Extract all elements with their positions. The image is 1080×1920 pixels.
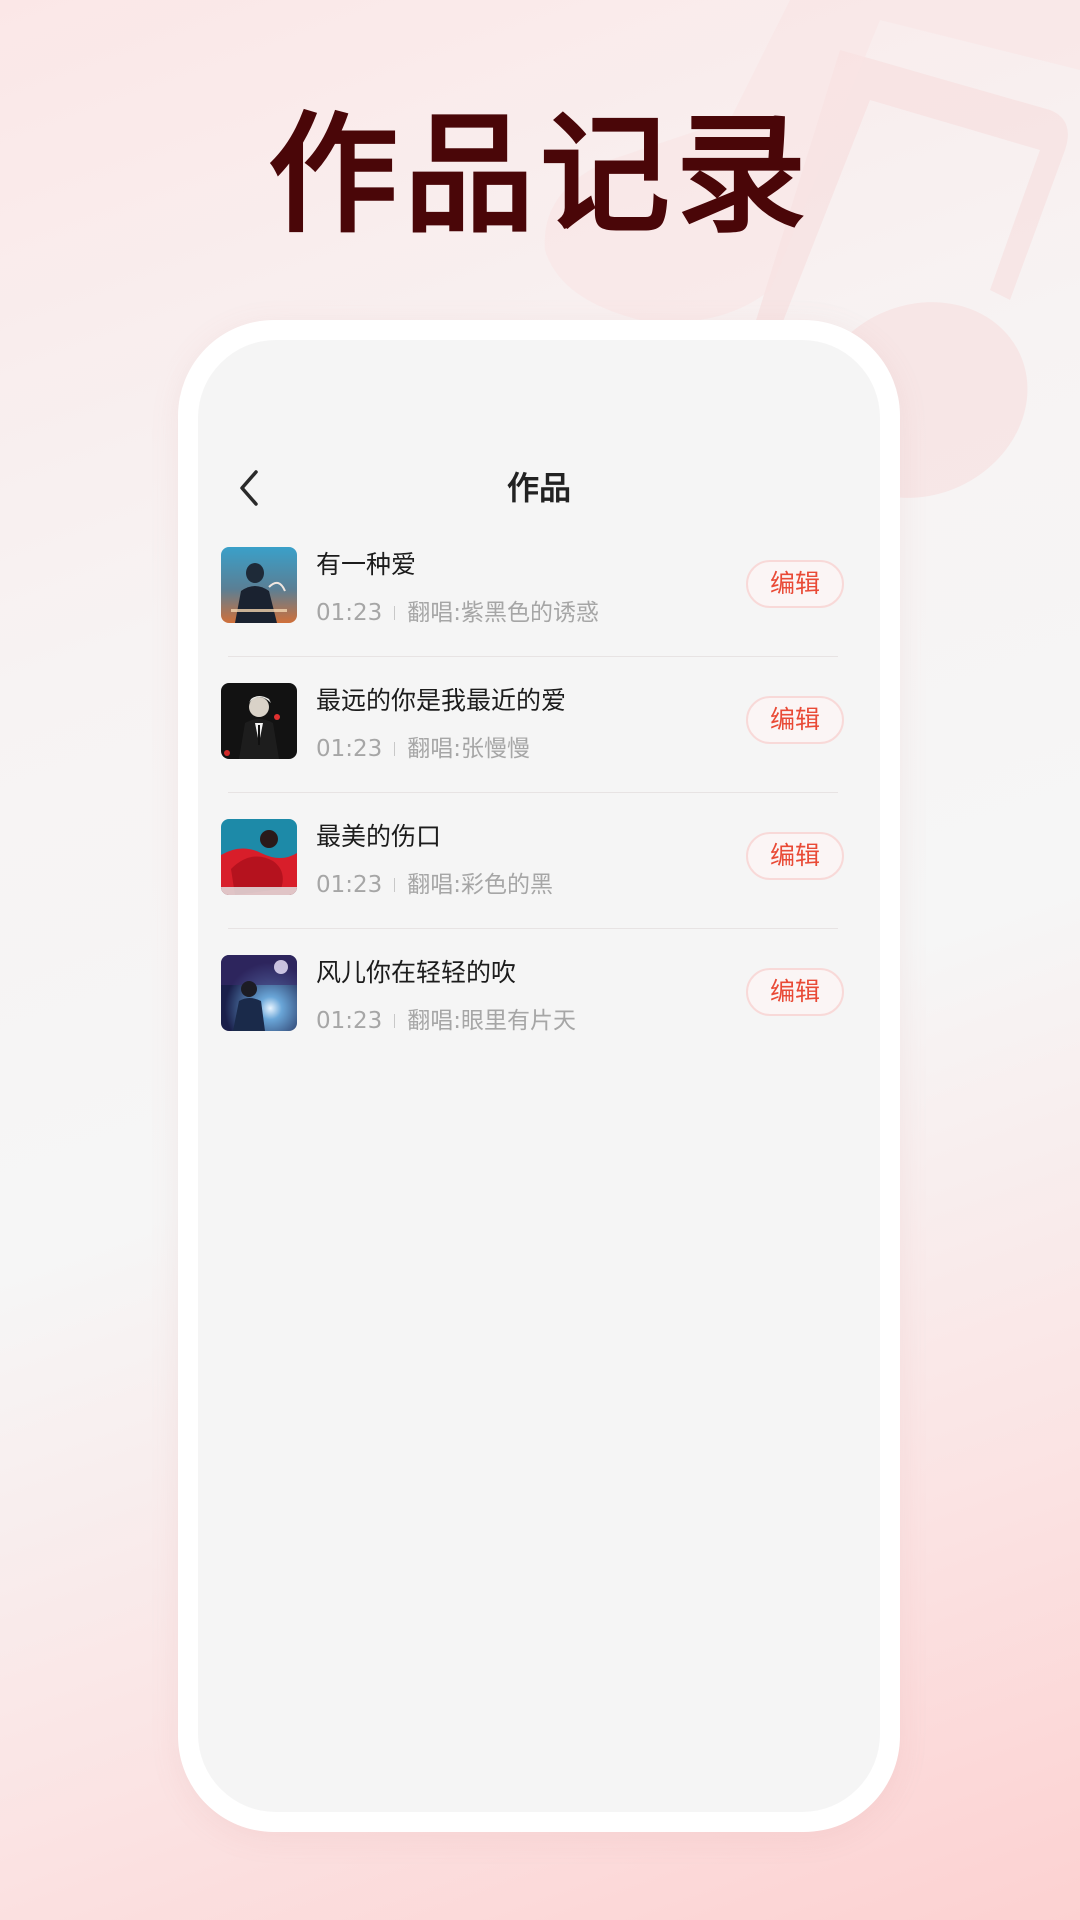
song-meta: 01:23 翻唱:彩色的黑 xyxy=(316,869,553,901)
song-row[interactable]: 有一种爱 01:23 翻唱:紫黑色的诱惑 编辑 xyxy=(198,520,880,656)
song-meta: 01:23 翻唱:张慢慢 xyxy=(316,733,530,765)
edit-button[interactable]: 编辑 xyxy=(746,696,844,744)
page-headline: 作品记录 xyxy=(267,99,812,251)
song-meta: 01:23 翻唱:眼里有片天 xyxy=(316,1005,576,1037)
song-title: 风儿你在轻轻的吹 xyxy=(316,958,517,987)
navbar: 作品 xyxy=(198,448,880,528)
song-cover-artist: 翻唱:紫黑色的诱惑 xyxy=(407,600,600,626)
phone-screen: 作品 有一种爱 01:23 翻唱:紫黑色的诱惑 编辑 最远的你是我最近的爱 01… xyxy=(198,340,880,1812)
song-cover-artist: 翻唱:彩色的黑 xyxy=(407,872,554,898)
song-duration: 01:23 xyxy=(316,600,383,626)
album-cover xyxy=(221,547,297,623)
song-title: 最远的你是我最近的爱 xyxy=(316,686,567,715)
back-button[interactable] xyxy=(226,464,274,512)
nav-title: 作品 xyxy=(506,469,571,507)
phone-frame: 作品 有一种爱 01:23 翻唱:紫黑色的诱惑 编辑 最远的你是我最近的爱 01… xyxy=(178,320,900,1832)
meta-divider xyxy=(394,1014,396,1028)
edit-button[interactable]: 编辑 xyxy=(746,832,844,880)
song-row[interactable]: 最远的你是我最近的爱 01:23 翻唱:张慢慢 编辑 xyxy=(198,656,880,792)
song-duration: 01:23 xyxy=(316,1008,383,1034)
album-cover xyxy=(221,955,297,1031)
song-cover-artist: 翻唱:眼里有片天 xyxy=(407,1008,577,1034)
edit-button[interactable]: 编辑 xyxy=(746,560,844,608)
song-list: 有一种爱 01:23 翻唱:紫黑色的诱惑 编辑 最远的你是我最近的爱 01:23… xyxy=(198,520,880,1064)
chevron-left-icon xyxy=(240,470,258,506)
edit-button[interactable]: 编辑 xyxy=(746,968,844,1016)
song-duration: 01:23 xyxy=(316,872,383,898)
song-title: 最美的伤口 xyxy=(316,822,442,851)
meta-divider xyxy=(394,742,396,756)
meta-divider xyxy=(394,606,396,620)
album-cover xyxy=(221,819,297,895)
song-duration: 01:23 xyxy=(316,736,383,762)
album-cover xyxy=(221,683,297,759)
song-meta: 01:23 翻唱:紫黑色的诱惑 xyxy=(316,597,599,629)
meta-divider xyxy=(394,878,396,892)
song-title: 有一种爱 xyxy=(316,550,417,579)
song-row[interactable]: 最美的伤口 01:23 翻唱:彩色的黑 编辑 xyxy=(198,792,880,928)
song-cover-artist: 翻唱:张慢慢 xyxy=(407,736,531,762)
song-row[interactable]: 风儿你在轻轻的吹 01:23 翻唱:眼里有片天 编辑 xyxy=(198,928,880,1064)
